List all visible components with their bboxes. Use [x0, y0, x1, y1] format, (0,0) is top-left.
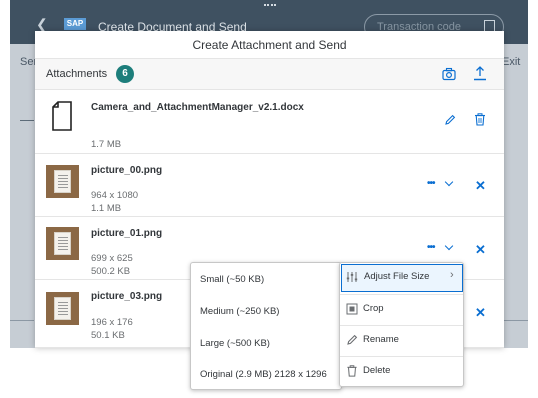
file-name[interactable]: picture_00.png [91, 165, 162, 176]
size-option-original[interactable]: Original (2.9 MB) 2128 x 1296 [200, 369, 327, 380]
menu-item-label: Delete [363, 365, 391, 376]
image-dimensions: 699 x 625 [91, 253, 133, 264]
menu-item-label: Rename [363, 334, 399, 345]
background-divider [10, 320, 34, 321]
attachments-toolbar: Attachments 6 [35, 59, 504, 90]
attachments-count-badge: 6 [116, 65, 134, 83]
image-thumbnail [46, 227, 79, 260]
chevron-down-icon[interactable] [444, 241, 454, 251]
sap-logo: SAP [64, 18, 86, 30]
menu-item-delete[interactable]: Delete [340, 357, 463, 385]
menu-item-rename[interactable]: Rename [340, 326, 463, 354]
drag-handle [264, 4, 276, 6]
dialog-title: Create Attachment and Send [35, 31, 504, 59]
adjust-icon [346, 272, 358, 282]
trash-icon [347, 365, 357, 377]
menu-item-label: Adjust File Size [364, 271, 430, 282]
size-option-small[interactable]: Small (~50 KB) [200, 274, 264, 285]
image-thumbnail [46, 292, 79, 325]
document-icon [52, 101, 72, 131]
screen: ❮ SAP Create Document and Send Transacti… [0, 0, 538, 398]
image-thumbnail [46, 165, 79, 198]
exit-button[interactable]: Exit [502, 56, 520, 68]
chevron-right-icon: › [450, 269, 454, 281]
file-name[interactable]: picture_03.png [91, 291, 162, 302]
trash-icon[interactable] [474, 113, 486, 126]
attachment-actions-menu: Adjust File Size › Crop Rename Delete [339, 262, 464, 387]
edit-icon[interactable] [444, 114, 456, 126]
file-size: 500.2 KB [91, 266, 131, 277]
remove-icon[interactable]: ✕ [475, 243, 486, 256]
file-size: 1.7 MB [91, 139, 122, 150]
attachment-item[interactable]: Camera_and_AttachmentManager_v2.1.docx 1… [35, 91, 504, 154]
file-size: 1.1 MB [91, 203, 122, 214]
upload-icon[interactable] [473, 65, 487, 81]
image-dimensions: 964 x 1080 [91, 190, 139, 201]
menu-item-crop[interactable]: Crop [340, 295, 463, 323]
file-name[interactable]: Camera_and_AttachmentManager_v2.1.docx [91, 102, 304, 113]
menu-item-label: Crop [363, 303, 384, 314]
image-dimensions: 196 x 176 [91, 317, 133, 328]
chevron-down-icon[interactable] [444, 177, 454, 187]
background-divider [504, 320, 528, 321]
camera-icon[interactable] [442, 67, 456, 81]
file-name[interactable]: picture_01.png [91, 228, 162, 239]
menu-item-adjust-file-size[interactable]: Adjust File Size › [341, 264, 463, 292]
background-divider [20, 120, 34, 121]
file-size-submenu: Small (~50 KB) Medium (~250 KB) Large (~… [190, 262, 342, 390]
remove-icon[interactable]: ✕ [475, 179, 486, 192]
edit-icon [347, 334, 358, 345]
crop-icon [346, 303, 358, 315]
attachment-item[interactable]: picture_00.png 964 x 1080 1.1 MB ••• ✕ [35, 154, 504, 217]
more-options-icon[interactable]: ••• [427, 242, 435, 253]
size-option-medium[interactable]: Medium (~250 KB) [200, 306, 279, 317]
size-option-large[interactable]: Large (~500 KB) [200, 338, 270, 349]
remove-icon[interactable]: ✕ [475, 306, 486, 319]
more-options-icon[interactable]: ••• [427, 178, 435, 189]
attachments-title: Attachments [46, 68, 108, 80]
file-size: 50.1 KB [91, 330, 125, 341]
